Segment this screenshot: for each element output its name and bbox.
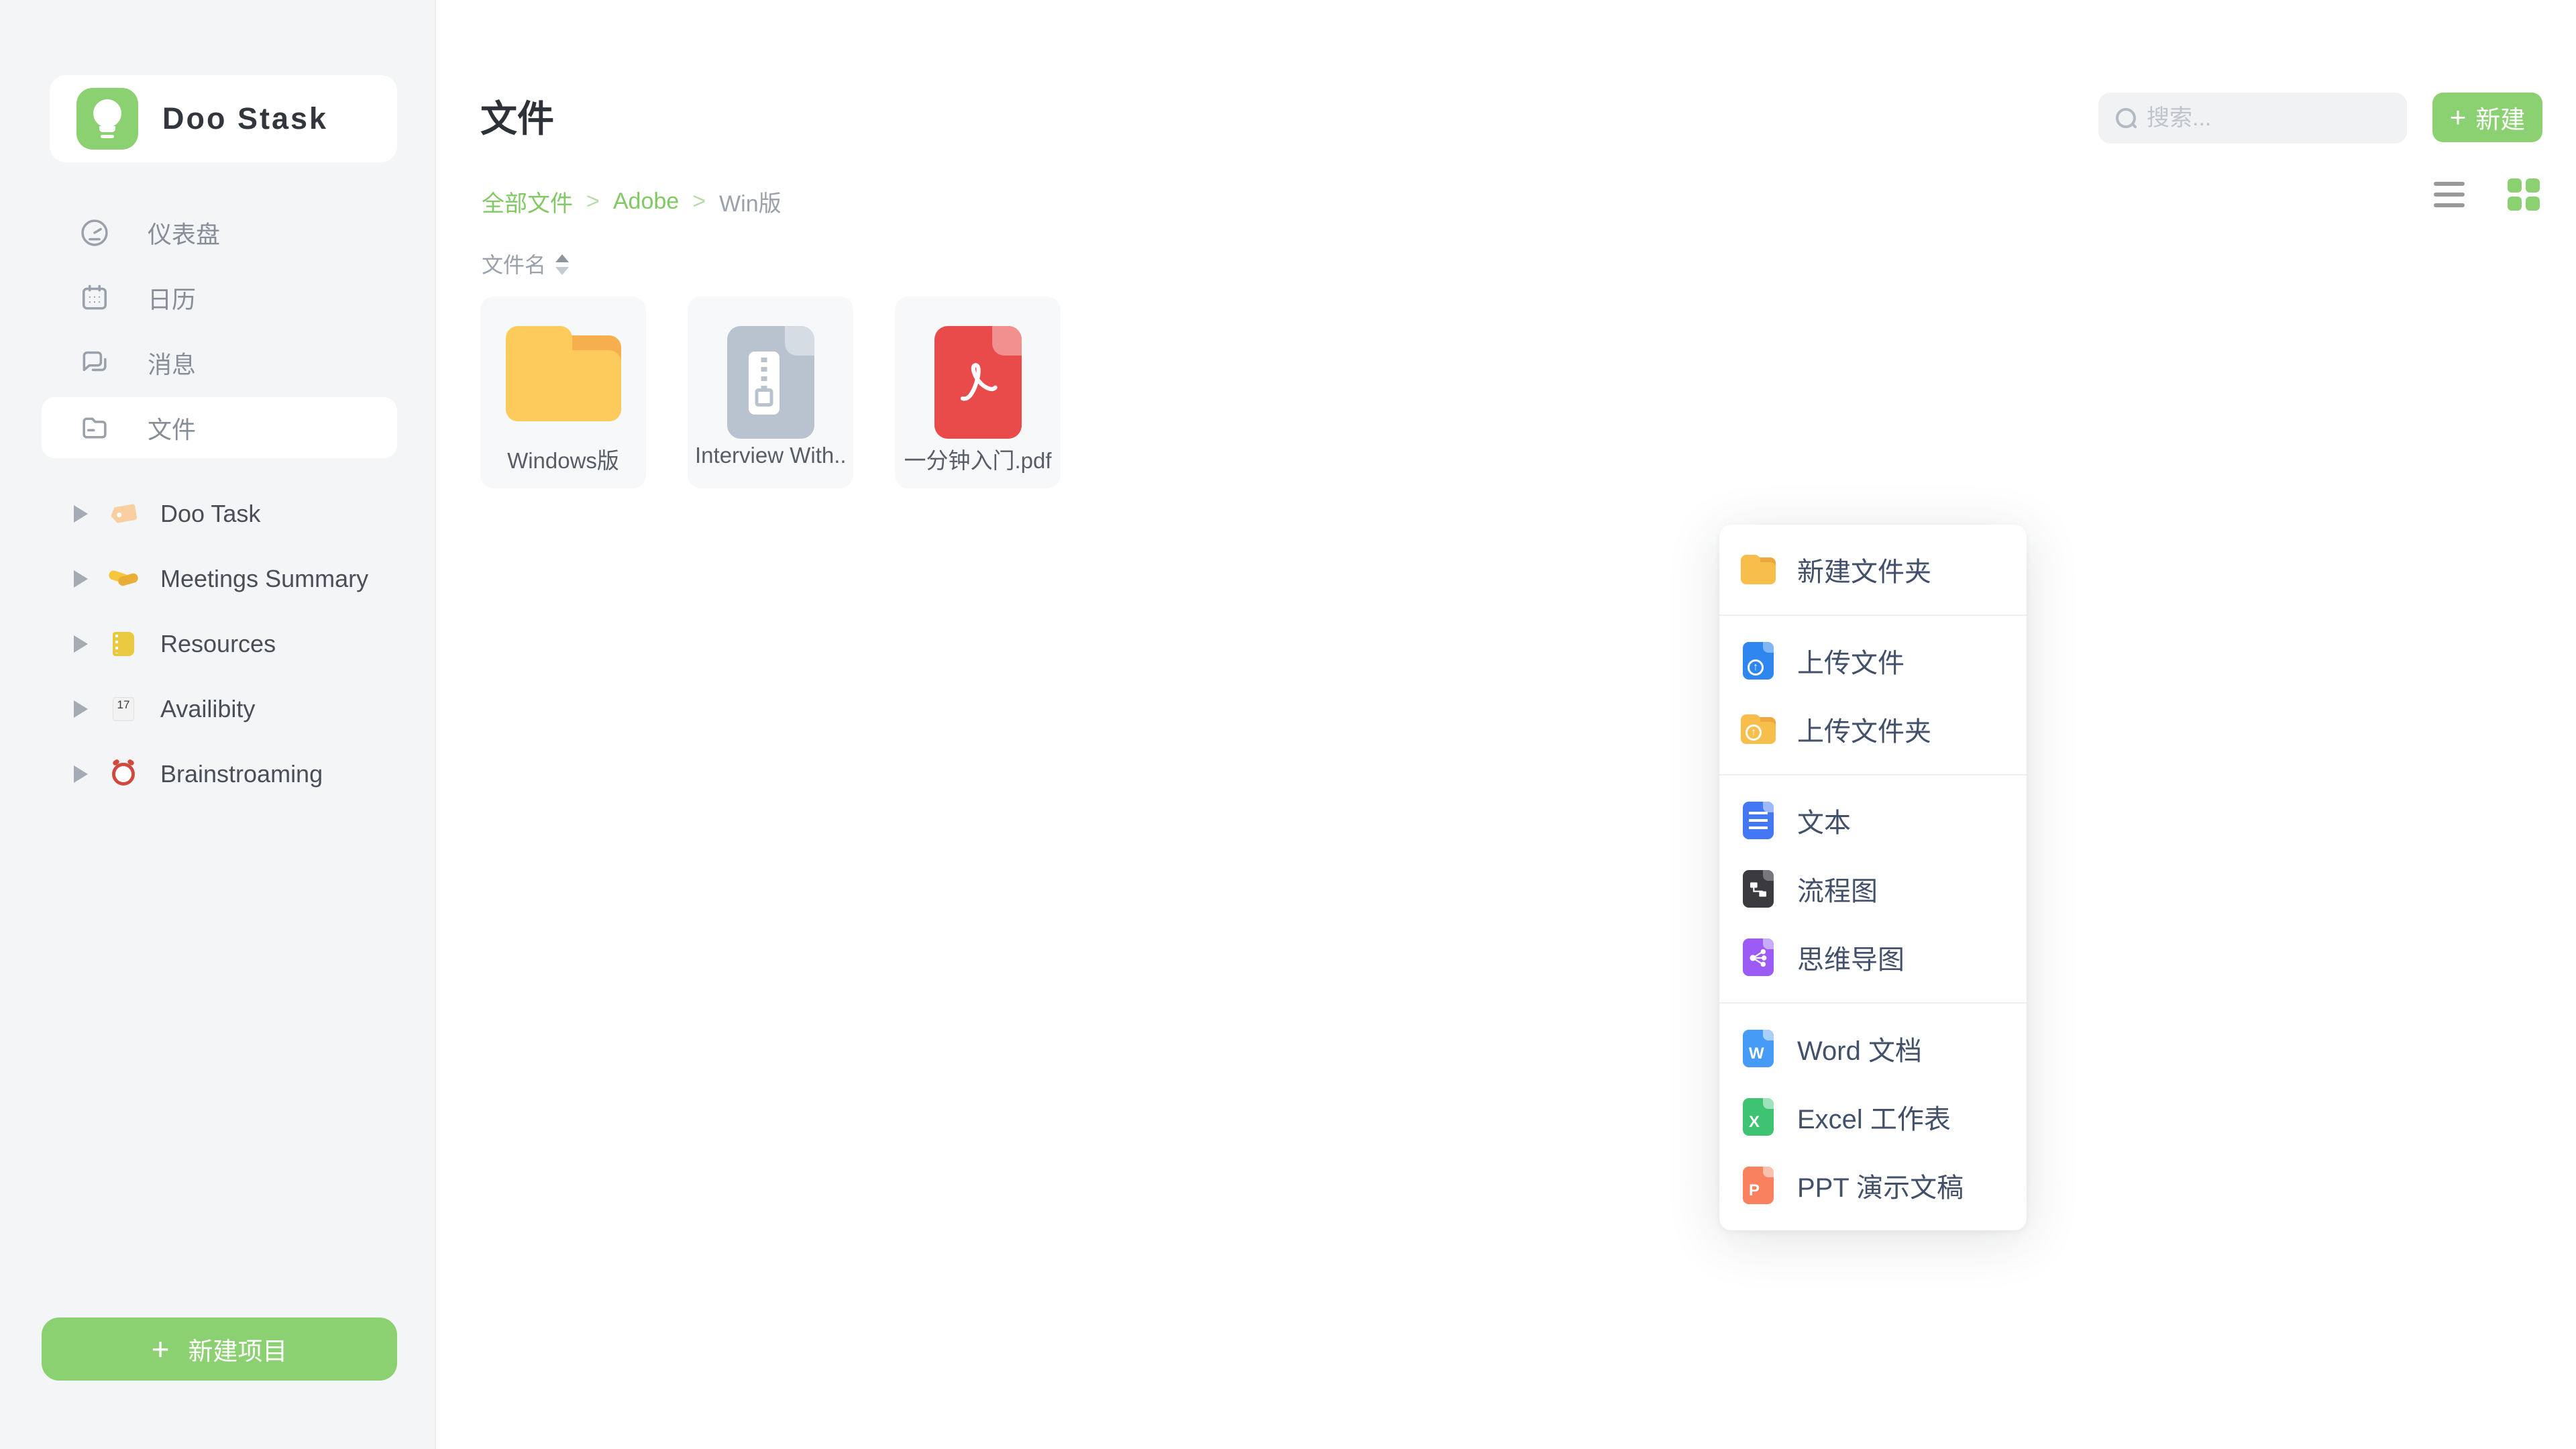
upload-file-icon: ↑ xyxy=(1741,642,1776,680)
tag-emoji-icon xyxy=(103,506,144,522)
main-content: 文件 全部文件 > Adobe > Win版 文件名 Windows版 Inte… xyxy=(436,0,2576,1449)
breadcrumb-separator: > xyxy=(692,189,706,215)
app-title: Doo Stask xyxy=(162,101,328,136)
sort-arrows-icon xyxy=(555,254,569,275)
search-input[interactable] xyxy=(2147,93,2444,144)
breadcrumb: 全部文件 > Adobe > Win版 xyxy=(482,185,782,218)
expand-caret-icon[interactable] xyxy=(74,700,88,718)
menu-item-excel[interactable]: X Excel 工作表 xyxy=(1719,1083,2027,1151)
new-folder-icon xyxy=(1741,551,1776,588)
alarm-clock-emoji-icon xyxy=(103,763,144,786)
sort-label: 文件名 xyxy=(482,248,546,279)
new-button[interactable]: + 新建 xyxy=(2432,93,2542,142)
breadcrumb-adobe[interactable]: Adobe xyxy=(613,189,679,215)
tree-item-availibity[interactable]: 17 Availibity xyxy=(0,676,436,741)
new-project-button[interactable]: + 新建项目 xyxy=(42,1318,397,1381)
expand-caret-icon[interactable] xyxy=(74,505,88,523)
flowchart-doc-icon xyxy=(1741,870,1776,908)
expand-caret-icon[interactable] xyxy=(74,570,88,588)
calendar-icon xyxy=(78,281,111,315)
text-doc-icon xyxy=(1741,802,1776,839)
menu-item-flowchart[interactable]: 流程图 xyxy=(1719,855,2027,923)
chat-icon xyxy=(78,346,111,380)
sidebar-item-dashboard[interactable]: 仪表盘 xyxy=(0,200,436,265)
mindmap-doc-icon xyxy=(1741,938,1776,976)
menu-section-documents: 文本 流程图 思维导图 xyxy=(1719,774,2027,1002)
handshake-emoji-icon xyxy=(103,570,144,588)
menu-item-upload-file[interactable]: ↑ 上传文件 xyxy=(1719,627,2027,695)
tearoff-calendar-emoji-icon: 17 xyxy=(103,697,144,721)
list-view-icon[interactable] xyxy=(2431,179,2467,210)
tree-item-doo-task[interactable]: Doo Task xyxy=(0,481,436,546)
project-tree: Doo Task Meetings Summary Resources 17 A… xyxy=(0,481,436,806)
folder-icon xyxy=(78,411,111,445)
gauge-icon xyxy=(78,216,111,250)
ledger-emoji-icon xyxy=(103,632,144,656)
ppt-doc-icon: P xyxy=(1741,1167,1776,1204)
excel-doc-icon: X xyxy=(1741,1098,1776,1136)
tree-item-brainstroaming[interactable]: Brainstroaming xyxy=(0,741,436,806)
sidebar-item-files[interactable]: 文件 xyxy=(0,395,436,460)
breadcrumb-current: Win版 xyxy=(719,185,782,218)
file-card-folder[interactable]: Windows版 xyxy=(480,297,646,488)
file-card-zip[interactable]: Interview With... xyxy=(688,297,853,488)
search-box xyxy=(2098,93,2407,144)
menu-section-folder: 新建文件夹 xyxy=(1719,525,2027,614)
search-icon xyxy=(2116,108,2136,128)
word-doc-icon: W xyxy=(1741,1030,1776,1067)
new-item-context-menu: 新建文件夹 ↑ 上传文件 ↑ 上传文件夹 文本 xyxy=(1719,525,2027,1230)
plus-icon: + xyxy=(2450,101,2467,133)
sidebar-item-calendar[interactable]: 日历 xyxy=(0,265,436,330)
menu-section-upload: ↑ 上传文件 ↑ 上传文件夹 xyxy=(1719,614,2027,774)
folder-large-icon xyxy=(506,326,621,440)
plus-icon: + xyxy=(152,1331,170,1367)
menu-item-text[interactable]: 文本 xyxy=(1719,786,2027,855)
menu-item-upload-folder[interactable]: ↑ 上传文件夹 xyxy=(1719,695,2027,763)
app-logo[interactable]: Doo Stask xyxy=(50,75,397,162)
file-name: Interview With... xyxy=(695,443,846,468)
tree-item-resources[interactable]: Resources xyxy=(0,611,436,676)
sidebar: Doo Stask 仪表盘 日历 消息 xyxy=(0,0,436,1449)
file-name: Windows版 xyxy=(507,443,619,475)
menu-section-office: W Word 文档 X Excel 工作表 P PPT 演示文稿 xyxy=(1719,1002,2027,1230)
grid-view-icon[interactable] xyxy=(2505,176,2542,213)
app-root: { "app": { "title": "Doo Stask", "logo_i… xyxy=(0,0,2576,1449)
file-grid: Windows版 Interview With... 一分钟入门.pdf xyxy=(480,297,1061,488)
menu-item-new-folder[interactable]: 新建文件夹 xyxy=(1719,535,2027,604)
lightbulb-icon xyxy=(76,88,138,150)
breadcrumb-all-files[interactable]: 全部文件 xyxy=(482,185,573,218)
sort-by-filename[interactable]: 文件名 xyxy=(482,248,569,279)
menu-item-ppt[interactable]: P PPT 演示文稿 xyxy=(1719,1151,2027,1220)
view-toggles xyxy=(2431,176,2542,213)
upload-folder-icon: ↑ xyxy=(1741,710,1776,748)
file-card-pdf[interactable]: 一分钟入门.pdf xyxy=(895,297,1061,488)
expand-caret-icon[interactable] xyxy=(74,765,88,783)
expand-caret-icon[interactable] xyxy=(74,635,88,653)
zip-file-icon xyxy=(727,326,814,440)
pdf-file-icon xyxy=(934,326,1022,440)
menu-item-word[interactable]: W Word 文档 xyxy=(1719,1014,2027,1083)
sidebar-nav: 仪表盘 日历 消息 文件 xyxy=(0,200,436,460)
menu-item-mindmap[interactable]: 思维导图 xyxy=(1719,923,2027,991)
breadcrumb-separator: > xyxy=(586,189,600,215)
file-name: 一分钟入门.pdf xyxy=(904,443,1051,475)
tree-item-meetings-summary[interactable]: Meetings Summary xyxy=(0,546,436,611)
page-title: 文件 xyxy=(480,89,554,142)
sidebar-item-messages[interactable]: 消息 xyxy=(0,330,436,395)
